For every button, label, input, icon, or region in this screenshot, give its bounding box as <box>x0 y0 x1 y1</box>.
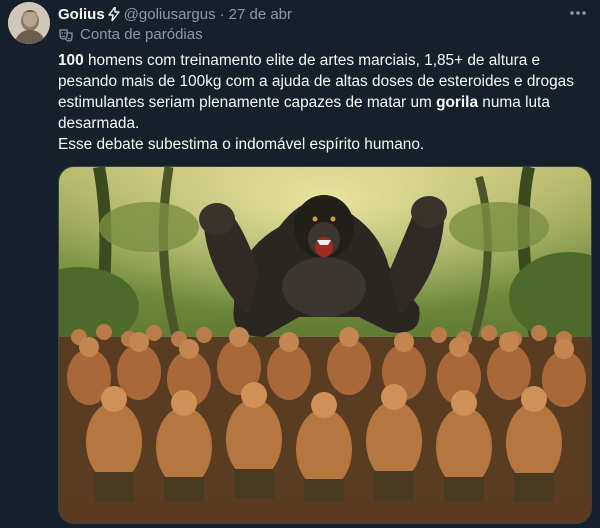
display-name[interactable]: Golius <box>58 6 105 23</box>
tweet-paragraph-2: Esse debate subestima o indomável espíri… <box>58 136 425 153</box>
user-handle[interactable]: @goliusargus <box>124 6 216 23</box>
separator-dot: · <box>219 5 225 23</box>
parody-label-row: Conta de paródias <box>58 26 203 43</box>
tweet-bold-number: 100 <box>58 52 84 69</box>
more-options-button[interactable] <box>568 4 588 22</box>
avatar-image <box>8 2 50 44</box>
parody-label: Conta de paródias <box>80 26 203 43</box>
tweet-media-image[interactable] <box>58 166 592 524</box>
timestamp[interactable]: 27 de abr <box>229 6 292 23</box>
tweet-text: 100 homens com treinamento elite de arte… <box>58 50 593 155</box>
more-horizontal-icon <box>570 11 586 15</box>
crowd <box>59 324 591 523</box>
theater-masks-icon <box>59 28 73 42</box>
tweet-header: Golius @goliusargus · 27 de abr <box>58 4 292 24</box>
gorilla-painting <box>59 167 591 523</box>
lightning-bolt-icon <box>107 7 120 21</box>
tweet-bold-word: gorila <box>436 94 479 111</box>
avatar[interactable] <box>8 2 50 44</box>
tweet-card: Golius @goliusargus · 27 de abr Conta de… <box>0 0 600 528</box>
tweet-paragraph-1: 100 homens com treinamento elite de arte… <box>58 50 593 134</box>
